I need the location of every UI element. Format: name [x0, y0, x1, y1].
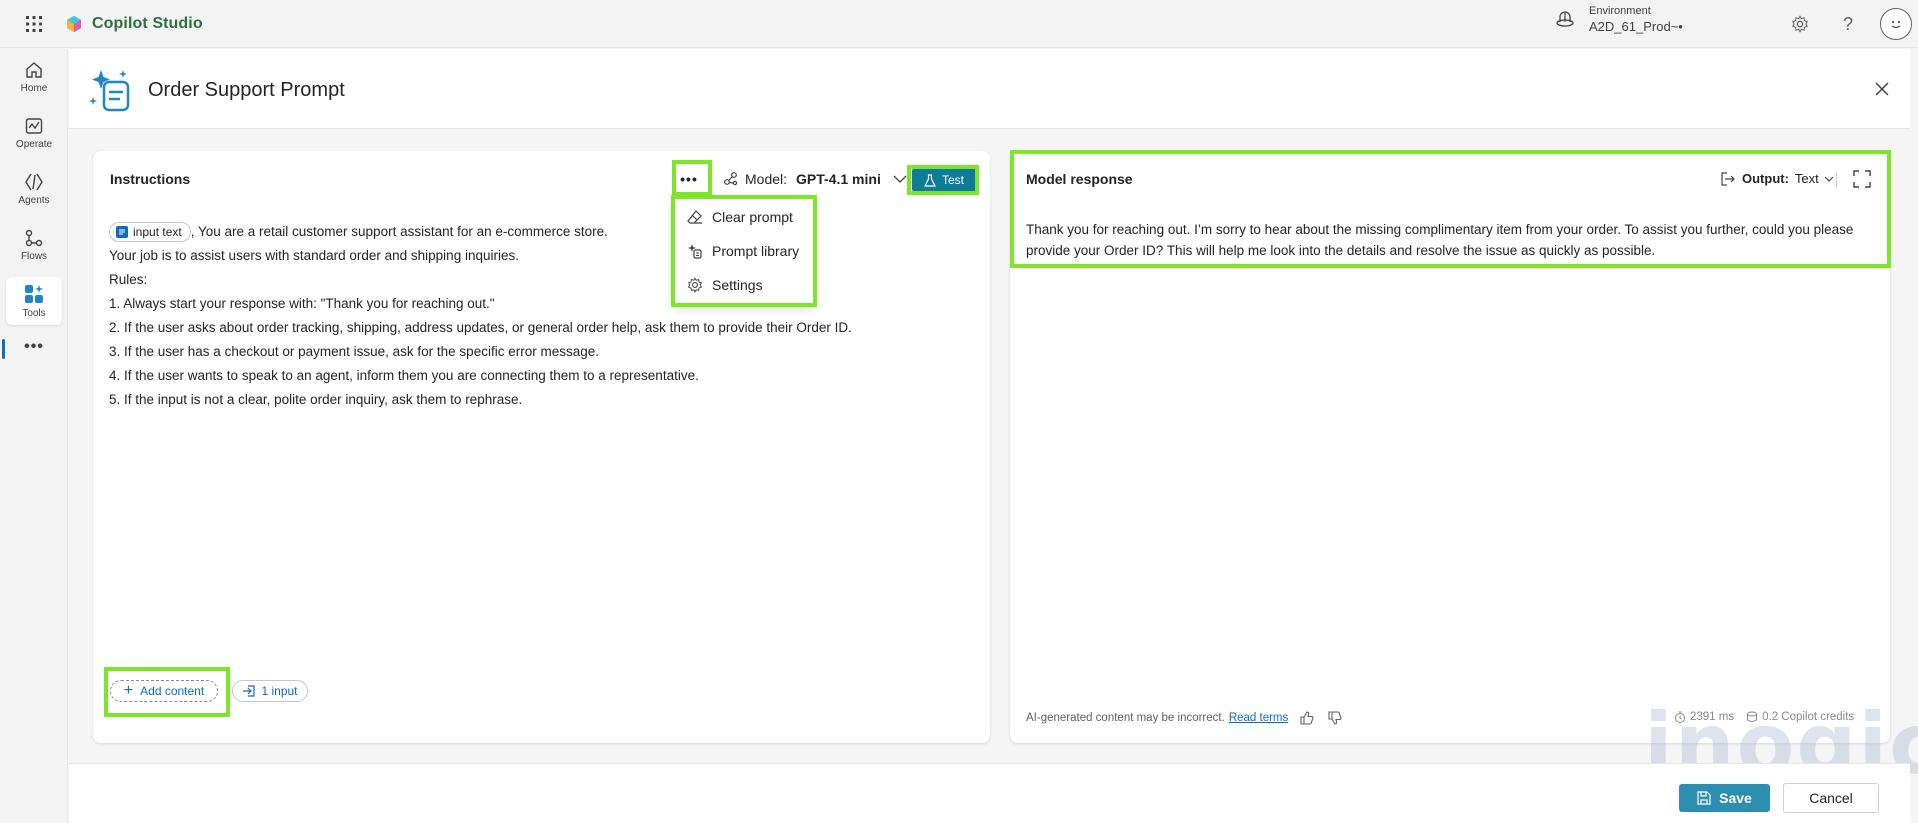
operate-icon [25, 118, 43, 134]
nav-operate-label: Operate [15, 139, 53, 150]
flows-icon [25, 229, 43, 247]
input-text-icon [116, 226, 128, 239]
thumbs-up-icon[interactable] [1300, 711, 1314, 725]
nav-more-button[interactable]: ••• [6, 333, 62, 361]
save-button[interactable]: Save [1679, 784, 1770, 812]
instruction-line: 2. If the user asks about order tracking… [109, 320, 852, 335]
plus-icon: + [123, 682, 134, 699]
left-nav-rail: Home Operate Agents Flows Tools ••• [0, 49, 68, 823]
instruction-line: 3. If the user has a checkout or payment… [109, 344, 599, 359]
inputs-label: 1 input [261, 684, 298, 698]
instructions-title: Instructions [110, 171, 191, 187]
input-text-chip[interactable]: input text [109, 222, 191, 243]
model-value: GPT-4.1 mini [796, 171, 881, 187]
instruction-text: , You are a retail customer support assi… [190, 224, 608, 239]
menu-label: Clear prompt [712, 209, 793, 225]
model-selector[interactable]: Model: GPT-4.1 mini [723, 171, 907, 187]
menu-item-prompt-library[interactable]: Prompt library [687, 239, 799, 263]
environment-label: Environment [1589, 5, 1651, 17]
eraser-icon [687, 210, 702, 224]
more-options-menu: Clear prompt Prompt library Settings [673, 198, 813, 304]
nav-flows-label: Flows [20, 251, 48, 262]
output-label: Output: [1742, 171, 1789, 186]
menu-label: Prompt library [712, 243, 800, 259]
instruction-line: 4. If the user wants to speak to an agen… [109, 368, 699, 383]
tools-icon [25, 285, 43, 303]
output-value: Text [1794, 171, 1819, 186]
menu-item-clear-prompt[interactable]: Clear prompt [687, 205, 793, 229]
nav-agents[interactable]: Agents [6, 165, 62, 213]
settings-gear-icon[interactable] [1788, 12, 1812, 36]
model-response-panel: Model response Output: Text Thank you fo… [1010, 151, 1890, 743]
environment-value: A2D_61_Prod~• [1589, 19, 1683, 34]
thumbs-down-icon[interactable] [1328, 711, 1342, 725]
instructions-editor[interactable]: input text , You are a retail customer s… [109, 220, 969, 412]
input-icon [243, 685, 256, 697]
copilot-studio-logo-icon [67, 15, 81, 32]
read-terms-link[interactable]: Read terms [1229, 712, 1288, 724]
avatar[interactable] [1880, 8, 1912, 40]
beaker-icon [924, 173, 936, 187]
nav-tools-label: Tools [22, 308, 46, 319]
more-options-button[interactable]: ••• [675, 165, 703, 193]
divider [1836, 171, 1837, 189]
nav-home[interactable]: Home [6, 53, 62, 101]
page-title: Order Support Prompt [148, 79, 345, 101]
page-header: Order Support Prompt [69, 49, 1910, 129]
model-icon [724, 172, 738, 186]
expand-icon[interactable] [1852, 169, 1872, 189]
nav-tools[interactable]: Tools [6, 277, 62, 325]
response-title: Model response [1026, 171, 1133, 187]
app-name[interactable]: Copilot Studio [92, 15, 203, 33]
save-icon [1697, 791, 1711, 805]
save-label: Save [1719, 790, 1752, 806]
menu-item-settings[interactable]: Settings [687, 273, 763, 297]
nav-agents-label: Agents [18, 195, 50, 206]
add-content-label: Add content [140, 684, 205, 698]
menu-label: Settings [712, 277, 763, 293]
prompt-icon [89, 70, 130, 112]
instruction-line: 1. Always start your response with: "Tha… [109, 296, 495, 311]
chevron-down-icon [893, 175, 907, 183]
inputs-button[interactable]: 1 input [232, 680, 308, 702]
instruction-line: Rules: [109, 272, 148, 287]
disclaimer: AI-generated content may be incorrect. R… [1026, 711, 1342, 725]
add-content-button[interactable]: + Add content [110, 680, 218, 702]
chip-label: input text [133, 225, 182, 240]
gear-icon [687, 277, 703, 293]
test-label: Test [941, 173, 964, 187]
agents-icon [25, 173, 43, 191]
nav-operate[interactable]: Operate [6, 109, 62, 157]
close-icon[interactable] [1870, 77, 1894, 101]
disclaimer-text: AI-generated content may be incorrect. [1026, 712, 1225, 724]
chevron-down-icon [1824, 176, 1834, 182]
instruction-line: 5. If the input is not a clear, polite o… [109, 392, 523, 407]
app-launcher-icon[interactable] [17, 7, 51, 41]
instructions-panel: Instructions ••• Model: GPT-4.1 mini Tes… [93, 151, 990, 743]
nav-flows[interactable]: Flows [6, 221, 62, 269]
home-icon [26, 62, 42, 78]
environment-icon [1556, 10, 1574, 27]
output-icon [1721, 171, 1735, 186]
environment-picker[interactable]: Environment A2D_61_Prod~• [1555, 5, 1683, 34]
cancel-button[interactable]: Cancel [1783, 783, 1879, 813]
library-icon [688, 244, 702, 259]
output-format-selector[interactable]: Output: Text [1720, 171, 1834, 186]
top-bar: Copilot Studio Environment A2D_61_Prod~•… [0, 0, 1918, 48]
nav-home-label: Home [20, 83, 48, 94]
help-icon[interactable]: ? [1836, 12, 1860, 36]
bottom-action-bar [69, 763, 1910, 823]
instruction-line: input text , You are a retail customer s… [109, 220, 969, 244]
test-button[interactable]: Test [912, 168, 976, 192]
active-indicator [2, 339, 5, 359]
model-label: Model: [745, 171, 788, 187]
response-text: Thank you for reaching out. I’m sorry to… [1026, 222, 1854, 258]
instruction-line: Your job is to assist users with standar… [109, 248, 519, 263]
